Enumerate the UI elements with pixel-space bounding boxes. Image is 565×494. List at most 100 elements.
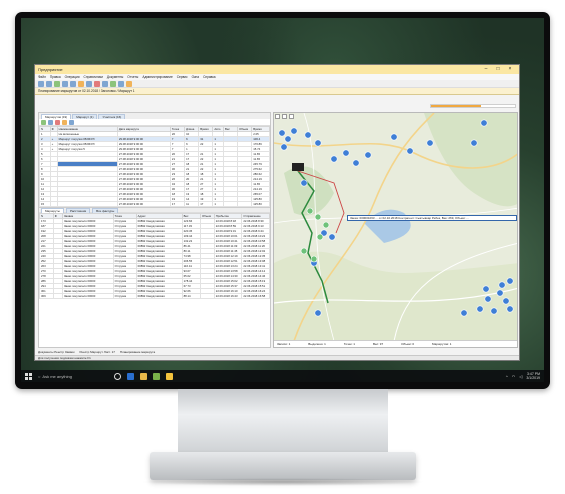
map-marker-icon[interactable] [498,281,506,289]
table-row[interactable]: 235 Заказ покупателя 00000 Отгрузка 00892 С… [39,248,270,254]
route-stop-icon[interactable] [314,213,322,221]
filter-icon[interactable] [62,119,67,125]
zoom-in-icon[interactable] [275,114,280,119]
help-icon[interactable] [126,80,132,87]
panel-tab[interactable]: Маршрут (1) [72,114,98,119]
map-marker-icon[interactable] [364,151,372,159]
map-marker-icon[interactable] [490,307,498,315]
map-marker-icon[interactable] [278,129,286,137]
map-marker-icon[interactable] [330,155,338,163]
wifi-icon[interactable]: ◠ [512,374,516,379]
table-row[interactable]: 263 Заказ покупателя 00000 Отгрузка 00892 С… [39,263,270,269]
open-icon[interactable] [46,80,52,87]
refresh-icon[interactable] [102,80,108,87]
menu-item[interactable]: Правка [50,75,61,79]
calendar-icon[interactable] [110,80,116,87]
close-icon[interactable]: × [504,65,516,74]
map-marker-icon[interactable] [304,131,312,139]
app-1c-icon[interactable] [166,372,173,380]
maximize-icon[interactable]: □ [492,65,504,74]
sort-icon[interactable] [69,119,74,125]
menu-item[interactable]: Окна [192,75,199,79]
menu-item[interactable]: Справочники [84,75,103,79]
map-marker-icon[interactable] [390,133,398,141]
table-row[interactable]: 252 Заказ покупателя 00000 Отгрузка 00892 С… [39,258,270,264]
search-icon[interactable] [86,80,92,87]
notifications-icon[interactable]: ^ [506,374,508,379]
map-marker-icon[interactable] [300,179,308,187]
map-marker-icon[interactable] [506,277,514,285]
map-marker-icon[interactable] [484,295,492,303]
table-row[interactable]: 309 Заказ покупателя 00000 Отгрузка 00892 С… [39,293,270,299]
table-row[interactable]: 192 Заказ покупателя 00000 Отгрузка 00892 С… [39,228,270,234]
minimize-icon[interactable]: – [480,65,492,74]
orders-tab[interactable]: Расстояния [65,207,91,213]
menu-item[interactable]: Документы [107,75,123,79]
route-stop-icon[interactable] [306,207,314,215]
window-tab[interactable]: Реестр Маршрут Лист. 17 [80,350,115,354]
map-marker-icon[interactable] [470,139,478,147]
delete-icon[interactable] [94,80,100,87]
window-tab[interactable]: Документы Реестр Заявок [38,350,75,354]
map-marker-icon[interactable] [314,139,322,147]
table-row[interactable]: 187 Заказ покупателя 00000 Отгрузка 00892 С… [39,223,270,229]
orders-tab[interactable]: Все фактуры [92,207,119,213]
start-icon[interactable] [25,372,32,380]
orders-tab[interactable]: Маршруты [41,207,64,213]
map-marker-icon[interactable] [496,289,504,297]
save-icon[interactable] [54,80,60,87]
folder-icon[interactable] [140,372,147,380]
route-stop-icon[interactable] [310,255,318,263]
layers-icon[interactable] [289,114,294,119]
table-row[interactable]: 221 Заказ покупателя 00000 Отгрузка 00892 С… [39,243,270,249]
menu-item[interactable]: Отчеты [127,75,138,79]
paste-icon[interactable] [78,80,84,87]
map-marker-icon[interactable] [476,305,484,313]
print-icon[interactable] [118,80,124,87]
table-row[interactable]: 208 Заказ покупателя 00000 Отгрузка 00892 С… [39,233,270,239]
window-tab[interactable]: Планирование маршрута [120,350,155,354]
map-marker-icon[interactable] [280,143,288,151]
route-stop-icon[interactable] [316,233,324,241]
menu-item[interactable]: Администрирование [142,75,172,79]
edge-icon[interactable] [127,372,134,380]
table-row[interactable]: 15 27.08.2018 9:00:00 17 11 17 1 125.80 [39,201,270,207]
map-marker-icon[interactable] [328,233,336,241]
cortana-icon[interactable] [114,372,121,380]
map-marker-icon[interactable] [314,309,322,317]
table-row[interactable]: 278 Заказ покупателя 00000 Отгрузка 00892 С… [39,273,270,279]
table-row[interactable]: 217 Заказ покупателя 00000 Отгрузка 00892 С… [39,238,270,244]
table-row[interactable]: 173 Заказ покупателя 00000 Отгрузка 00892 С… [39,218,270,224]
add-icon[interactable] [41,119,46,125]
cut-icon[interactable] [62,80,68,87]
volume-icon[interactable]: ◁ [519,374,522,379]
clock[interactable]: 3:47 PM 3/1/2019 [526,372,540,380]
map-marker-icon[interactable] [460,309,468,317]
document-tab[interactable]: Планирование маршрутов от 02.10.2018 / З… [35,88,519,95]
map-canvas[interactable] [274,113,518,341]
route-stop-icon[interactable] [322,221,330,229]
map-marker-icon[interactable] [342,149,350,157]
copy-icon[interactable] [70,80,76,87]
new-icon[interactable] [38,80,44,87]
map-marker-icon[interactable] [406,147,414,155]
depot-marker-icon[interactable] [292,163,304,171]
route-map[interactable]: Заказ: 000001063 ... от 02.10.2018 Контр… [273,112,518,348]
map-marker-icon[interactable] [506,305,514,313]
map-marker-icon[interactable] [284,135,292,143]
store-icon[interactable] [153,372,160,380]
edit-icon[interactable] [48,119,53,125]
table-row[interactable]: 270 Заказ покупателя 00000 Отгрузка 00892 С… [39,268,270,274]
map-marker-icon[interactable] [482,285,490,293]
menu-item[interactable]: Файл [38,75,46,79]
panel-tab[interactable]: Участник (16) [98,114,126,119]
table-row[interactable]: 294 Заказ покупателя 00000 Отгрузка 00892 С… [39,283,270,289]
menu-item[interactable]: Операции [65,75,80,79]
zoom-out-icon[interactable] [282,114,287,119]
panel-tab[interactable]: Маршрутов (19) [41,114,72,119]
map-marker-icon[interactable] [290,127,298,135]
table-row[interactable]: 301 Заказ покупателя 00000 Отгрузка 00892 С… [39,288,270,294]
table-row[interactable]: 240 Заказ покупателя 00000 Отгрузка 00892 С… [39,253,270,259]
menu-item[interactable]: Справка [203,75,216,79]
delete-icon[interactable] [55,119,60,125]
